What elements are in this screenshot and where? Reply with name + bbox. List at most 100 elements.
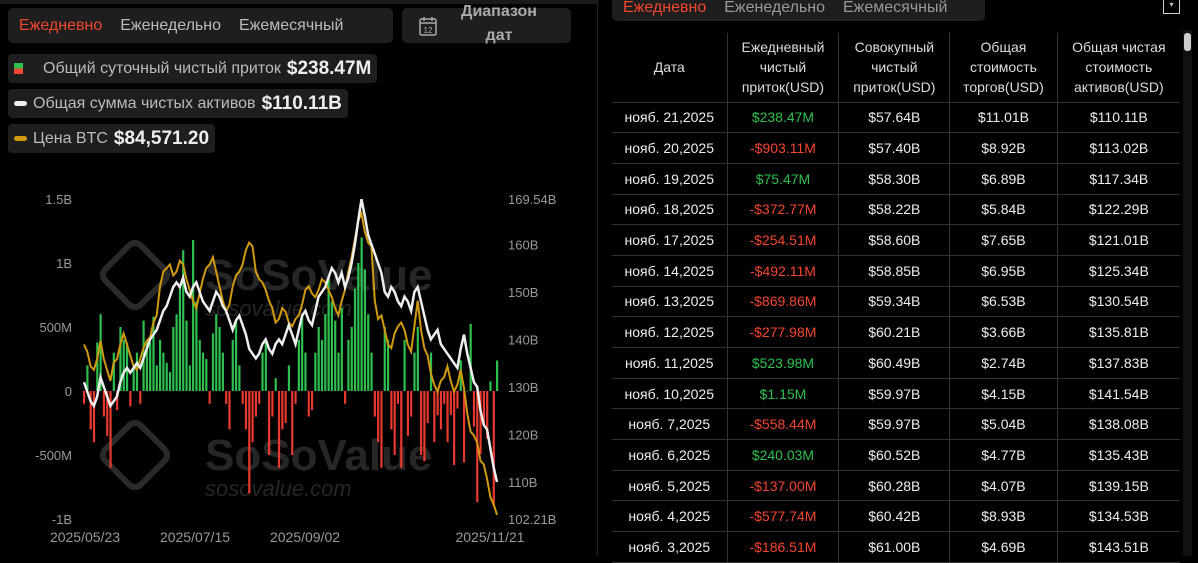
watermark-text: SoSoValue [205,251,432,300]
trading-value-cell: $4.69B [949,531,1058,563]
inflow-bar [353,288,357,391]
inflow-bar [92,391,96,443]
inflow-bar [472,391,476,427]
cumulative-inflow-cell: $58.60B [838,224,951,256]
inflow-bar [271,391,274,417]
scrollbar-thumb[interactable] [1184,33,1191,51]
inflow-bar [344,391,347,404]
inflow-bar [416,327,419,391]
inflow-bar [208,391,211,404]
inflow-bar [337,352,340,391]
inflow-bar [350,327,353,391]
tab-monthly[interactable]: Ежемесячный [239,17,343,35]
net-assets-cell: $139.15B [1056,469,1180,502]
daily-inflow-cell: -$186.51M [726,531,840,563]
legend-value: $110.11B [261,92,342,114]
inflow-bar [466,390,469,392]
trading-value-cell: $6.53B [949,285,1058,318]
column-header: Общая стоимость торгов(USD) [949,33,1058,103]
legend-btc-price: Цена BTC $84,571.20 [8,124,216,153]
inflow-bar [83,391,86,404]
date-cell: нояб. 7,2025 [612,408,728,441]
inflow-bar [314,352,317,391]
tab-daily[interactable]: Ежедневно [19,17,102,35]
inflow-bar [413,352,416,391]
inflow-bar [248,391,251,494]
inflow-bar [218,327,221,391]
inflow-bar [469,323,472,391]
inflow-bar [205,359,208,391]
daily-inflow-cell: -$372.77M [726,193,840,226]
inflow-bar [297,339,300,391]
date-cell: нояб. 3,2025 [612,531,728,563]
table-tab-weekly[interactable]: Еженедельно [724,0,825,17]
inflow-bar [324,314,327,391]
date-cell: нояб. 18,2025 [612,193,728,226]
inflow-bar [241,391,244,404]
net-assets-cell: $135.81B [1056,316,1180,348]
inflow-bar [281,391,284,430]
inflow-bar [261,352,264,391]
table-tab-daily[interactable]: Ежедневно [623,0,706,17]
table-tab-monthly[interactable]: Ежемесячный [843,0,947,17]
inflow-table: Дата Ежедневный чистый приток(USD) Совокуп… [612,33,1180,563]
inflow-bar [287,365,291,391]
svg-text:12: 12 [424,26,433,35]
table-row: нояб. 6,2025 $240.03M $60.52B $4.77B $135.43… [612,439,1180,471]
inflow-bar [139,391,142,404]
inflow-bar [277,391,281,468]
date-cell: нояб. 19,2025 [612,162,728,195]
net-assets-cell: $125.34B [1056,254,1180,287]
table-row: нояб. 20,2025 -$903.11M $57.40B $8.92B $113.… [612,132,1180,164]
date-cell: нояб. 11,2025 [612,347,728,379]
table-row: нояб. 14,2025 -$492.11M $58.85B $6.95B $125.… [612,254,1180,287]
inflow-bar [234,320,238,391]
right-axis-tick: 130B [508,380,538,395]
cumulative-inflow-cell: $58.85B [838,254,951,287]
left-axis-tick: -1B [52,512,72,527]
table-row: нояб. 21,2025 $238.47M $57.64B $11.01B $110.… [612,101,1180,134]
date-cell: нояб. 10,2025 [612,377,728,410]
inflow-bar [112,352,115,391]
download-icon[interactable]: ▾ [1163,0,1180,14]
inflow-bar [304,352,307,391]
inflow-bar [456,391,459,409]
tab-weekly[interactable]: Еженедельно [120,17,221,35]
table-scrollbar[interactable] [1183,30,1192,556]
legend-value: $238.47M [286,57,372,79]
legend-daily-inflow: Общий суточный чистый приток $238.47M [8,54,378,83]
daily-inflow-cell: $1.15M [726,377,840,410]
inflow-bar [380,391,383,468]
inflow-bar [195,301,198,391]
x-axis-tick: 2025/05/23 [50,529,120,545]
inflow-bar [496,360,499,391]
calendar-icon: 12 [419,16,437,36]
trading-value-cell: $6.89B [949,162,1058,195]
inflow-bar [211,333,215,391]
inflow-bar [406,391,409,436]
right-axis-tick: 160B [508,237,538,252]
inflow-bar [175,314,178,391]
inflow-bar [386,339,390,391]
net-assets-cell: $135.43B [1056,439,1180,471]
inflow-bar [449,391,452,415]
inflow-bar [135,352,139,391]
watermark-url: sosovalue.com [205,476,352,501]
date-range-button[interactable]: 12 Диапазон дат [402,3,571,44]
left-axis-tick: -500M [35,448,72,463]
inflow-bar [396,391,400,404]
inflow-bar [129,391,132,407]
table-row: нояб. 17,2025 -$254.51M $58.60B $7.65B $121.… [612,224,1180,256]
daily-inflow-cell: $240.03M [726,439,840,471]
watermark-logo-icon [99,239,171,311]
inflow-bar [188,365,191,391]
right-axis-tick: 102.21B [508,512,556,527]
inflow-bar [439,391,443,430]
daily-inflow-cell: -$137.00M [726,469,840,502]
left-axis-tick: 0 [65,384,72,399]
date-cell: нояб. 6,2025 [612,439,728,471]
daily-inflow-cell: $523.98M [726,347,840,379]
left-axis-tick: 1.5B [45,192,72,207]
date-cell: нояб. 17,2025 [612,224,728,256]
daily-inflow-cell: -$254.51M [726,224,840,256]
